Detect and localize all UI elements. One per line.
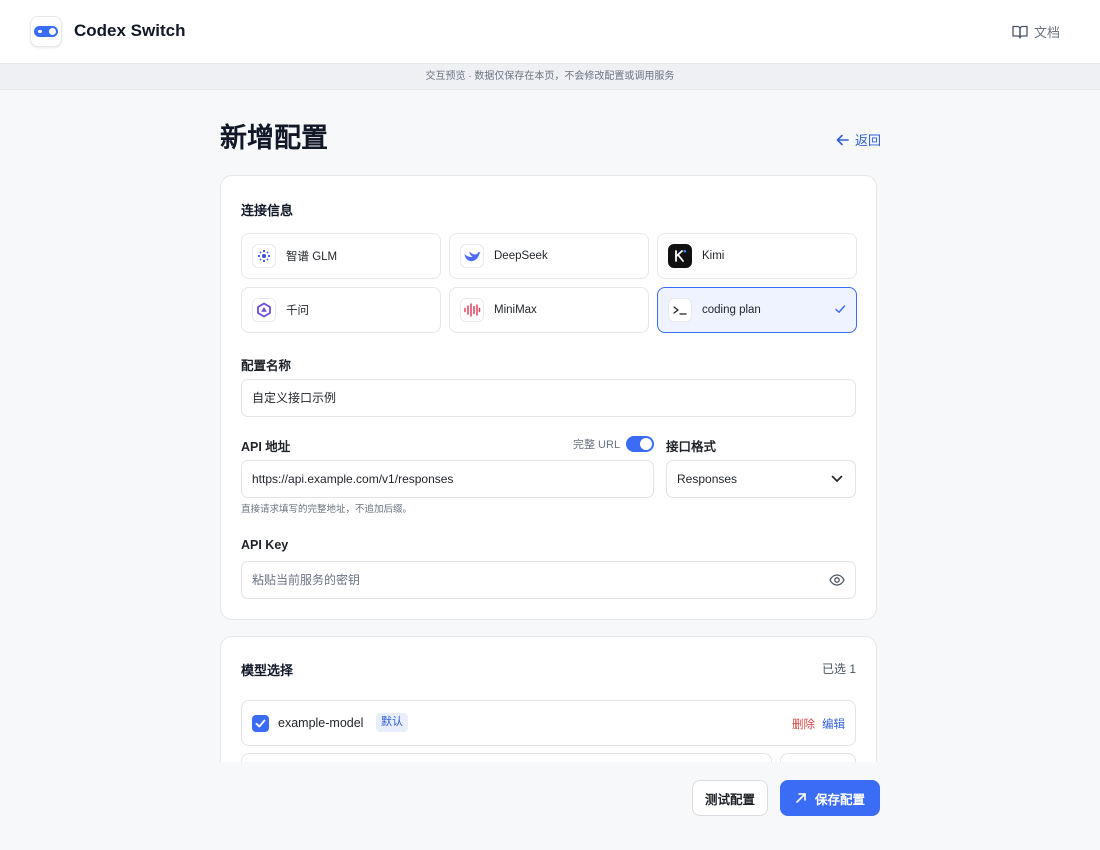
preview-notice: 交互预览 · 数据仅保存在本页，不会修改配置或调用服务 (0, 64, 1100, 90)
save-config-label: 保存配置 (814, 792, 865, 807)
terminal-icon (668, 298, 692, 322)
deepseek-whale-icon (460, 244, 484, 268)
model-row[interactable]: example-model 默认 删除 编辑 (241, 700, 856, 746)
footer-bar (0, 762, 1100, 850)
arrow-up-right-icon (796, 793, 806, 803)
app-title: Codex Switch (74, 21, 186, 40)
connection-section-title: 连接信息 (241, 203, 294, 218)
models-section-title: 模型选择 (241, 663, 294, 678)
api-url-label: API 地址 (241, 440, 291, 454)
check-icon (835, 305, 846, 313)
app-logo-icon (30, 16, 62, 47)
models-card: 模型选择 已选 1 example-model 默认 删除 编辑 (220, 636, 877, 776)
provider-label: 千问 (286, 305, 309, 317)
provider-minimax[interactable]: MiniMax (449, 287, 649, 333)
full-url-toggle[interactable]: 完整 URL (573, 436, 655, 452)
api-key-label: API Key (241, 538, 289, 552)
provider-zhipu[interactable]: 智谱 GLM (241, 233, 441, 279)
edit-model-link[interactable]: 编辑 (822, 716, 845, 732)
selected-count: 已选 1 (821, 662, 856, 676)
back-label: 返回 (855, 133, 882, 148)
arrow-left-icon (836, 134, 849, 145)
api-url-hint: 直接请求填写的完整地址，不追加后缀。 (241, 504, 413, 515)
provider-deepseek[interactable]: DeepSeek (449, 233, 649, 279)
chevron-down-icon (831, 475, 843, 482)
book-icon (1012, 25, 1028, 39)
docs-label: 文档 (1033, 25, 1060, 40)
provider-label: 智谱 GLM (286, 251, 338, 263)
connection-card: 连接信息 智谱 GLM DeepSeek Kimi 千问 MiniMax cod… (220, 175, 877, 620)
zhipu-icon (252, 244, 276, 268)
provider-label: coding plan (702, 304, 761, 316)
api-format-label: 接口格式 (666, 440, 717, 454)
minimax-waveform-icon (460, 298, 484, 322)
provider-coding-plan[interactable]: coding plan (657, 287, 857, 333)
default-badge: 默认 (376, 713, 408, 732)
top-bar: Codex Switch 文档 (0, 0, 1100, 64)
save-config-button[interactable]: 保存配置 (780, 780, 880, 816)
model-name: example-model (278, 716, 364, 730)
docs-link[interactable]: 文档 (1012, 22, 1060, 41)
api-format-value: Responses (677, 472, 738, 486)
api-format-select[interactable]: Responses (666, 460, 856, 498)
provider-qwen[interactable]: 千问 (241, 287, 441, 333)
full-url-label: 完整 URL (573, 439, 621, 451)
provider-label: DeepSeek (494, 250, 548, 262)
api-url-input[interactable]: https://api.example.com/v1/responses (241, 460, 654, 498)
page-title: 新增配置 (220, 123, 328, 153)
test-config-button[interactable]: 测试配置 (692, 780, 768, 816)
provider-kimi[interactable]: Kimi (657, 233, 857, 279)
checkmark-icon (255, 719, 266, 728)
back-link[interactable]: 返回 (836, 130, 881, 149)
kimi-icon (668, 244, 692, 268)
config-name-input[interactable]: 自定义接口示例 (241, 379, 856, 417)
full-url-switch[interactable] (626, 436, 655, 452)
model-checkbox[interactable] (252, 715, 269, 732)
delete-model-link[interactable]: 删除 (792, 716, 815, 732)
api-key-placeholder: 粘贴当前服务的密钥 (252, 573, 361, 587)
eye-icon[interactable] (829, 574, 845, 586)
provider-label: MiniMax (494, 304, 537, 316)
qwen-icon (252, 298, 276, 322)
config-name-label: 配置名称 (241, 359, 292, 373)
provider-label: Kimi (702, 250, 725, 262)
api-key-input[interactable]: 粘贴当前服务的密钥 (241, 561, 856, 599)
